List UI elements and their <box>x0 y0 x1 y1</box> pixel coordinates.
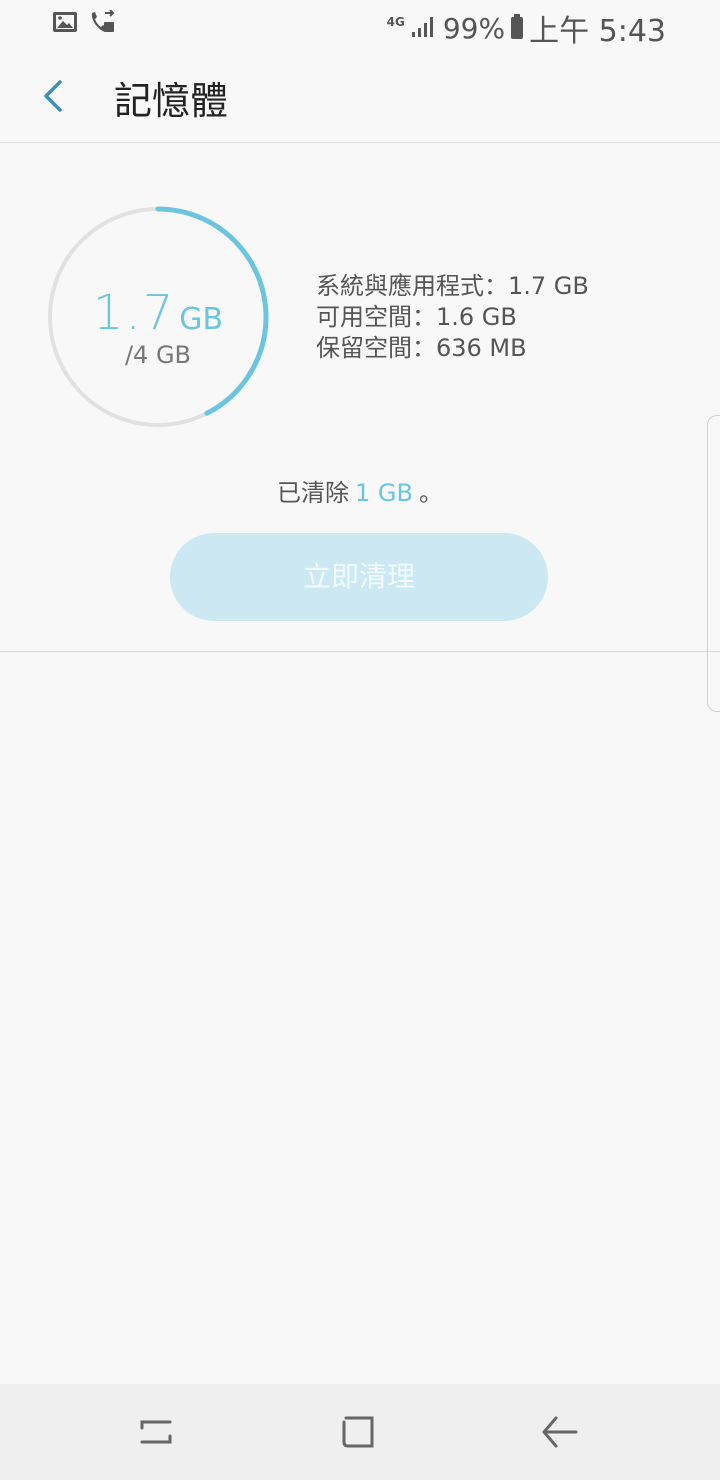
cleared-prefix: 已清除 <box>277 479 350 507</box>
cleared-status: 已清除 1 GB。 <box>0 473 720 508</box>
page-title: 記憶體 <box>114 79 229 123</box>
clean-now-button[interactable]: 立即清理 <box>170 533 548 621</box>
total-memory-label: /4 GB <box>124 341 192 369</box>
clock: 上午 5:43 <box>529 14 666 49</box>
battery-icon <box>511 14 524 39</box>
cleared-amount: 1 GB <box>355 479 413 507</box>
used-unit: GB <box>179 302 224 337</box>
app-bar: 記憶體 <box>0 48 720 143</box>
network-type-label: 4G <box>386 15 405 29</box>
battery-percent: 99% <box>442 11 506 45</box>
navigation-bar <box>0 1384 720 1480</box>
status-bar: 4G 99% 上午 5:43 <box>0 0 720 49</box>
call-transfer-icon <box>88 9 116 40</box>
back-arrow-icon[interactable] <box>30 72 78 120</box>
memory-details: 系統與應用程式：1.7 GB 可用空間：1.6 GB 保留空間：636 MB <box>316 271 589 364</box>
used-value: 1.7 <box>92 285 176 341</box>
recent-apps-icon[interactable] <box>132 1408 180 1456</box>
detail-reserved: 保留空間：636 MB <box>316 334 527 362</box>
memory-card: 1.7 GB /4 GB 系統與應用程式：1.7 GB 可用空間：1.6 GB 保… <box>0 143 720 652</box>
cleared-suffix: 。 <box>418 479 443 507</box>
signal-icon <box>411 11 437 46</box>
detail-available: 可用空間：1.6 GB <box>316 303 517 331</box>
used-memory-value: 1.7 GB <box>46 285 270 341</box>
back-icon[interactable] <box>536 1408 584 1456</box>
gallery-notification-icon <box>52 10 78 40</box>
edge-panel-handle[interactable] <box>707 415 720 712</box>
detail-system-apps: 系統與應用程式：1.7 GB <box>316 272 589 300</box>
home-icon[interactable] <box>334 1408 382 1456</box>
